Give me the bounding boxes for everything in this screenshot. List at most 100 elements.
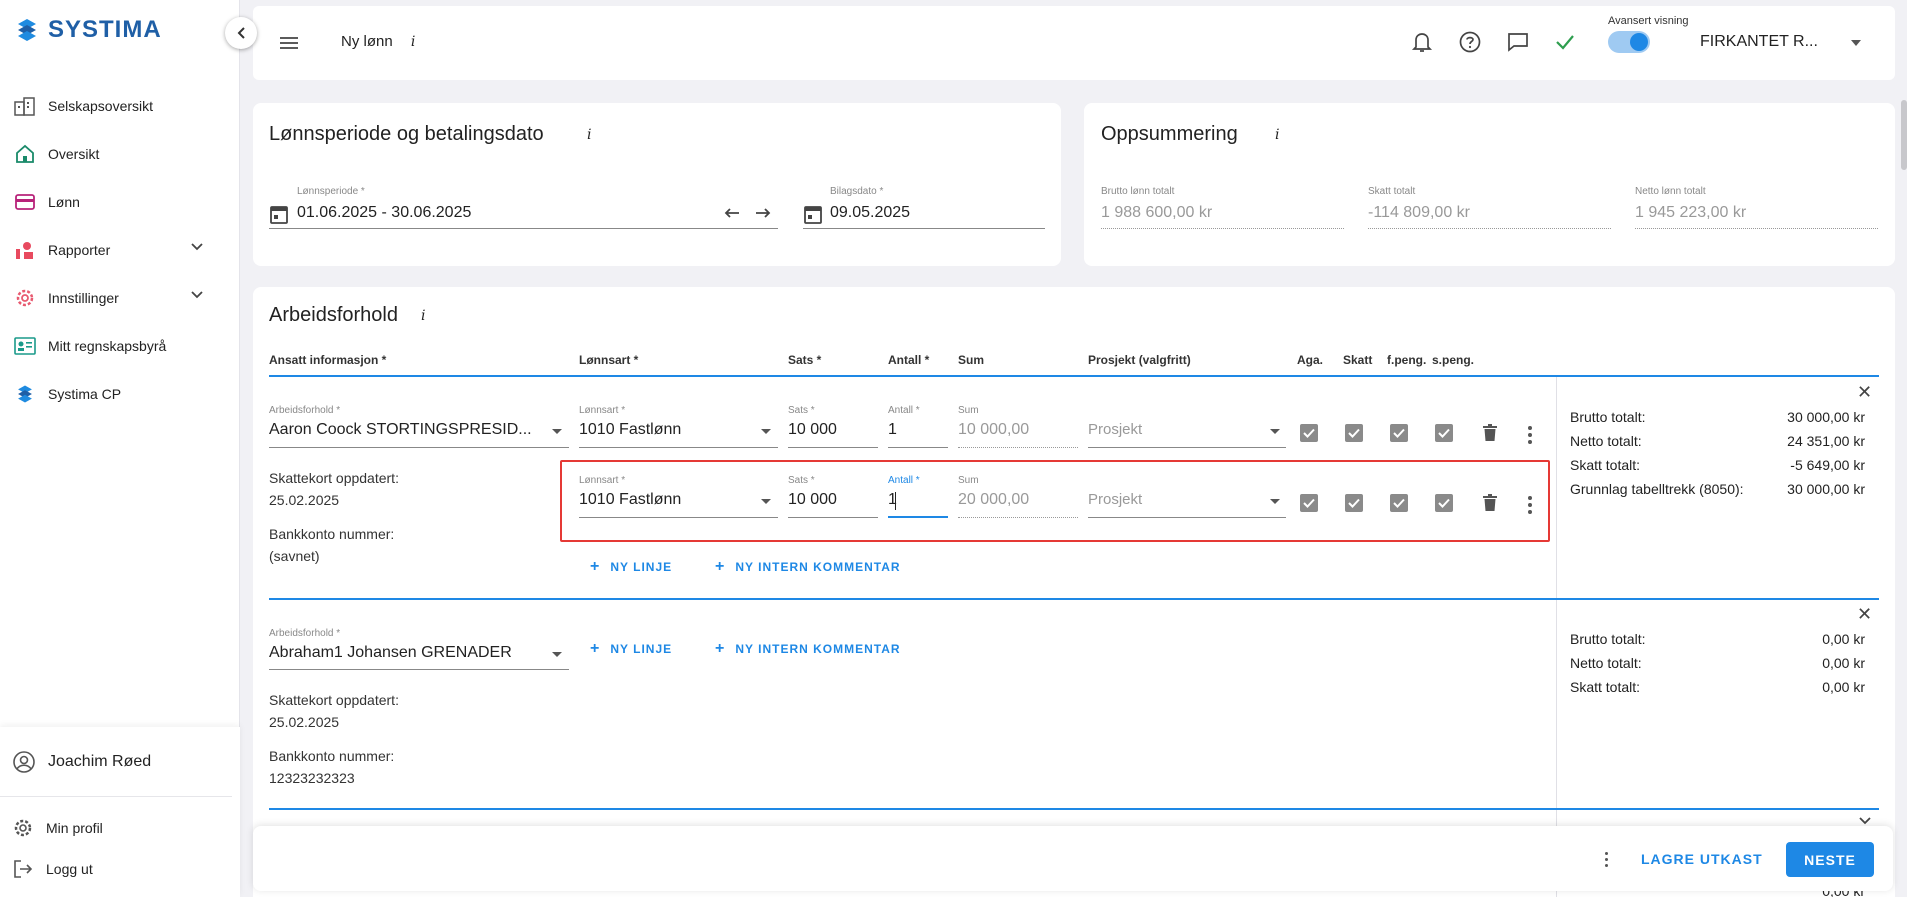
tax-checkbox[interactable] <box>1345 424 1363 442</box>
brand-logo[interactable]: SYSTIMA <box>14 15 162 45</box>
calendar-icon[interactable] <box>269 203 289 225</box>
new-comment-button[interactable]: + NY INTERN KOMMENTAR <box>715 640 901 658</box>
sidebar-item-innstillinger[interactable]: Innstillinger <box>0 274 240 322</box>
help-icon[interactable] <box>1458 30 1482 54</box>
info-icon[interactable]: i <box>587 127 591 143</box>
user-name-row[interactable]: Joachim Røed <box>0 727 232 797</box>
new-comment-button[interactable]: + NY INTERN KOMMENTAR <box>715 558 901 576</box>
rate-input[interactable]: 10 000 <box>788 421 837 439</box>
delete-icon[interactable] <box>1482 494 1498 512</box>
sidebar-item-rapporter[interactable]: Rapporter <box>0 226 240 274</box>
calendar-icon[interactable] <box>803 203 823 225</box>
taxcard-date: 25.02.2025 <box>269 714 340 730</box>
arrow-left-icon[interactable] <box>723 206 741 220</box>
project-select[interactable]: Prosjekt <box>1088 421 1142 438</box>
col-quantity: Antall * <box>888 353 930 367</box>
sidebar-item-selskapsoversikt[interactable]: Selskapsoversikt <box>0 82 240 130</box>
gross-total-label: Brutto lønn totalt <box>1101 186 1175 197</box>
scrollbar[interactable] <box>1901 100 1907 170</box>
sidebar-item-mitt-regnskapsbyra[interactable]: Mitt regnskapsbyrå <box>0 322 240 370</box>
sidebar-item-lonn[interactable]: Lønn <box>0 178 240 226</box>
aga-checkbox[interactable] <box>1300 494 1318 512</box>
col-aga: Aga. <box>1297 353 1324 367</box>
sidebar-item-systima-cp[interactable]: Systima CP <box>0 370 240 418</box>
brand-name: SYSTIMA <box>48 16 162 43</box>
top-bar: Ny lønn i Avansert visning FIRKANTET R..… <box>253 6 1895 80</box>
close-icon[interactable]: ✕ <box>1857 382 1872 403</box>
wage-underline <box>579 447 778 448</box>
check-icon <box>1393 428 1405 438</box>
sidebar-item-label: Systima CP <box>48 386 122 402</box>
date-field-value[interactable]: 09.05.2025 <box>830 204 910 222</box>
settings-gear-icon <box>12 286 38 310</box>
basis-label: Grunnlag tabelltrekk (8050): <box>1570 481 1744 497</box>
sidebar-item-oversikt[interactable]: Oversikt <box>0 130 240 178</box>
qty-underline-focused <box>888 516 948 518</box>
more-options-icon[interactable] <box>1528 496 1532 517</box>
bell-icon[interactable] <box>1411 30 1433 54</box>
sidebar-item-label: Innstillinger <box>48 290 119 306</box>
qty-input[interactable]: 1 <box>888 421 897 439</box>
chevron-down-icon[interactable] <box>1858 816 1872 826</box>
agency-card-icon <box>12 334 38 358</box>
employee-underline <box>269 669 569 670</box>
more-options-icon[interactable] <box>1528 426 1532 447</box>
sidebar-item-label: Lønn <box>48 194 80 210</box>
info-icon[interactable]: i <box>421 308 425 324</box>
info-icon[interactable]: i <box>1275 127 1279 143</box>
employee-select[interactable]: Aaron Coock STORTINGSPRESID... <box>269 421 532 439</box>
next-button[interactable]: NESTE <box>1786 842 1874 877</box>
chevron-down-icon[interactable] <box>190 290 204 300</box>
rate-input[interactable]: 10 000 <box>788 491 837 509</box>
wage-select[interactable]: 1010 Fastlønn <box>579 421 681 439</box>
speng-checkbox[interactable] <box>1435 494 1453 512</box>
project-select[interactable]: Prosjekt <box>1088 491 1142 508</box>
user-name: Joachim Røed <box>48 752 152 770</box>
sum-label: Sum <box>958 475 979 486</box>
caret-down-icon[interactable] <box>1270 429 1280 434</box>
rate-underline <box>788 517 878 518</box>
profile-link[interactable]: Min profil <box>0 803 240 853</box>
chat-icon[interactable] <box>1506 30 1530 54</box>
caret-down-icon[interactable] <box>1270 499 1280 504</box>
more-actions-icon[interactable] <box>1605 852 1608 870</box>
logout-link[interactable]: Logg ut <box>0 853 240 885</box>
period-field-label: Lønnsperiode * <box>297 186 365 197</box>
collapse-sidebar-button[interactable] <box>225 17 257 49</box>
fpeng-checkbox[interactable] <box>1390 494 1408 512</box>
new-line-button[interactable]: + NY LINJE <box>590 558 672 576</box>
home-icon <box>12 142 38 166</box>
caret-down-icon[interactable] <box>552 652 562 657</box>
caret-down-icon[interactable] <box>761 429 771 434</box>
net-value: 0,00 kr <box>1822 655 1865 671</box>
wage-select[interactable]: 1010 Fastlønn <box>579 491 681 509</box>
speng-checkbox[interactable] <box>1435 424 1453 442</box>
caret-down-icon[interactable] <box>1851 40 1861 46</box>
new-line-button[interactable]: + NY LINJE <box>590 640 672 658</box>
col-fpeng: f.peng. <box>1387 353 1427 367</box>
fpeng-checkbox[interactable] <box>1390 424 1408 442</box>
project-underline <box>1088 447 1286 448</box>
arrow-right-icon[interactable] <box>754 206 772 220</box>
info-icon[interactable]: i <box>411 34 415 50</box>
employee-select[interactable]: Abraham1 Johansen GRENADER <box>269 644 512 662</box>
header-divider <box>269 375 1879 377</box>
save-draft-button[interactable]: LAGRE UTKAST <box>1641 851 1763 867</box>
caret-down-icon[interactable] <box>552 429 562 434</box>
aga-checkbox[interactable] <box>1300 424 1318 442</box>
advanced-view-label: Avansert visning <box>1608 15 1689 27</box>
chevron-down-icon[interactable] <box>190 242 204 252</box>
delete-icon[interactable] <box>1482 424 1498 442</box>
sidebar-nav: Selskapsoversikt Oversikt Lønn Rapporter <box>0 82 240 418</box>
caret-down-icon[interactable] <box>761 499 771 504</box>
menu-icon[interactable] <box>279 35 299 51</box>
net-underline <box>1635 228 1878 229</box>
close-icon[interactable]: ✕ <box>1857 604 1872 625</box>
advanced-view-toggle[interactable] <box>1608 31 1650 53</box>
tax-checkbox[interactable] <box>1345 494 1363 512</box>
company-selector[interactable]: FIRKANTET R... <box>1700 33 1818 51</box>
taxcard-date: 25.02.2025 <box>269 492 340 508</box>
check-icon <box>1438 428 1450 438</box>
period-field-value[interactable]: 01.06.2025 - 30.06.2025 <box>297 204 471 222</box>
entry-divider <box>269 808 1879 810</box>
